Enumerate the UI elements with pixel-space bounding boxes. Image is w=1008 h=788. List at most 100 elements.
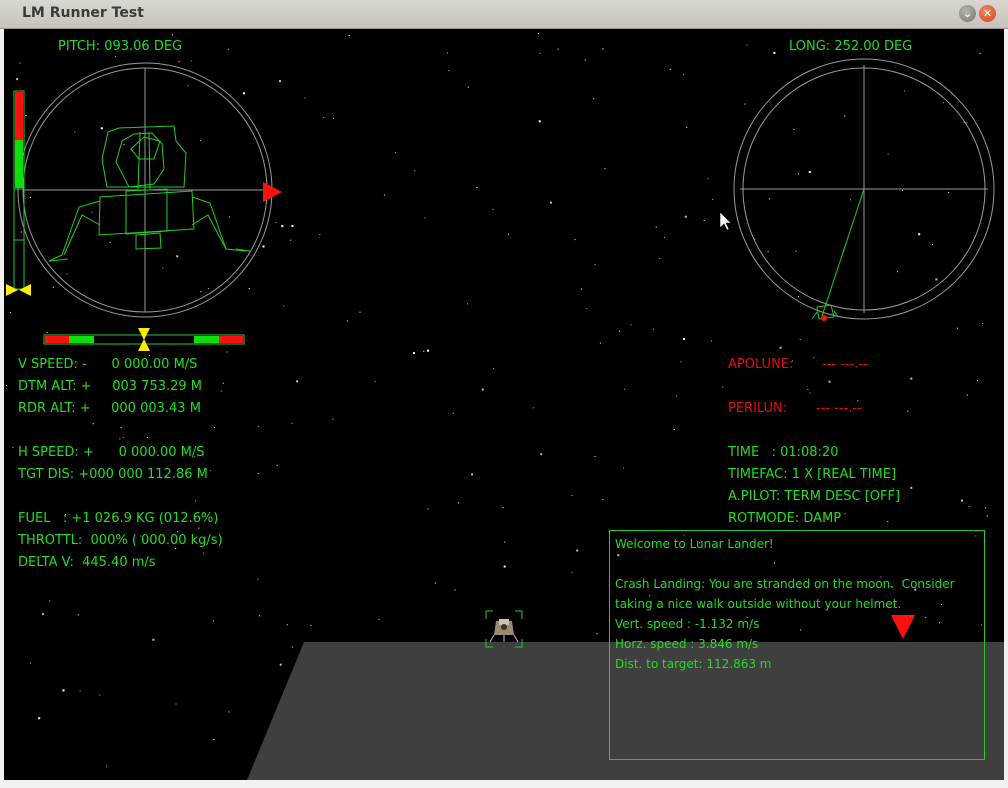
star <box>152 638 155 641</box>
star <box>844 513 846 515</box>
star <box>228 711 230 713</box>
delta-v-readout: DELTA V: 445.40 m/s <box>18 555 156 570</box>
message-welcome: Welcome to Lunar Lander! <box>615 537 774 551</box>
star <box>208 288 209 290</box>
star <box>682 74 684 76</box>
star <box>413 352 415 355</box>
star <box>242 92 245 95</box>
lunar-module-wireframe <box>48 125 251 262</box>
star <box>109 241 111 243</box>
star <box>532 407 534 409</box>
star <box>281 225 284 228</box>
star <box>279 80 281 83</box>
star <box>122 436 124 438</box>
message-dist-target: Dist. to target: 112.863 m <box>615 657 772 671</box>
star <box>982 323 983 325</box>
star <box>291 225 294 227</box>
star <box>199 140 201 142</box>
horizontal-speed-indicator-icon <box>138 328 150 340</box>
star <box>986 515 988 517</box>
star <box>707 178 709 180</box>
star <box>476 187 478 188</box>
star <box>795 250 797 252</box>
star <box>712 198 714 200</box>
rotmode-readout: ROTMODE: DAMP <box>728 511 842 526</box>
star <box>210 470 212 472</box>
star <box>910 486 913 489</box>
star <box>123 144 125 146</box>
star <box>258 615 260 617</box>
close-button[interactable]: ✕ <box>979 5 996 22</box>
star <box>956 327 958 329</box>
star <box>537 33 539 35</box>
apolune-value: --- ---.-- <box>822 357 868 372</box>
star <box>99 694 101 696</box>
star <box>652 328 654 330</box>
star <box>593 98 595 100</box>
game-viewport[interactable]: PITCH: 093.06 DEG LONG: 252.00 DEG V SPE… <box>4 29 1004 780</box>
star <box>467 303 468 305</box>
window-title: LM Runner Test <box>22 5 144 21</box>
star <box>296 380 299 383</box>
star <box>424 217 426 219</box>
star <box>77 614 79 616</box>
tgt-dis-readout: TGT DIS: +000 000 112.86 M <box>18 467 208 482</box>
star <box>471 473 474 476</box>
minimize-button[interactable]: ⌄ <box>959 5 976 22</box>
star <box>378 618 380 620</box>
star <box>807 389 809 390</box>
star <box>38 717 41 720</box>
star <box>966 122 968 124</box>
star <box>492 208 494 210</box>
star <box>12 446 14 448</box>
star <box>447 52 448 54</box>
star <box>918 233 921 236</box>
autopilot-readout: A.PILOT: TERM DESC [OFF] <box>728 489 901 504</box>
star <box>16 78 19 81</box>
star <box>176 255 179 258</box>
star <box>663 236 665 238</box>
fuel-readout: FUEL : +1 026.9 KG (012.6%) <box>18 511 219 526</box>
perilun-value: --- ---.-- <box>816 401 862 416</box>
chevron-down-icon: ⌄ <box>962 7 973 20</box>
star <box>481 388 484 391</box>
star <box>703 219 705 221</box>
star <box>20 231 22 233</box>
time-readout: TIME : 01:08:20 <box>728 445 839 460</box>
close-icon: ✕ <box>982 7 993 20</box>
star <box>257 578 259 580</box>
star <box>574 239 576 241</box>
star <box>935 278 938 281</box>
lander-sprite[interactable] <box>485 610 523 648</box>
star <box>119 438 121 440</box>
star <box>49 600 51 602</box>
star <box>304 97 306 99</box>
dtm-alt-readout: DTM ALT: + 003 753.29 M <box>18 379 203 394</box>
star <box>683 338 686 340</box>
star <box>279 663 282 666</box>
h-speed-readout: H SPEED: + 0 000.00 M/S <box>18 445 205 460</box>
star <box>213 427 215 429</box>
star <box>897 271 899 273</box>
star <box>203 552 205 554</box>
vertical-speed-indicator-icon <box>6 284 18 296</box>
star <box>655 226 657 228</box>
star <box>746 44 748 46</box>
star <box>779 346 782 349</box>
star <box>348 35 350 36</box>
star <box>178 61 180 63</box>
star <box>467 86 469 88</box>
star <box>793 128 795 130</box>
star <box>901 189 903 191</box>
star <box>414 170 416 172</box>
star <box>175 703 177 705</box>
star <box>333 117 334 119</box>
star <box>586 307 588 309</box>
star <box>427 508 429 510</box>
message-vert-speed: Vert. speed : -1.132 m/s <box>615 617 760 631</box>
star <box>844 115 846 117</box>
star <box>557 48 559 50</box>
star <box>711 340 712 342</box>
star <box>550 201 552 204</box>
star <box>6 385 7 387</box>
